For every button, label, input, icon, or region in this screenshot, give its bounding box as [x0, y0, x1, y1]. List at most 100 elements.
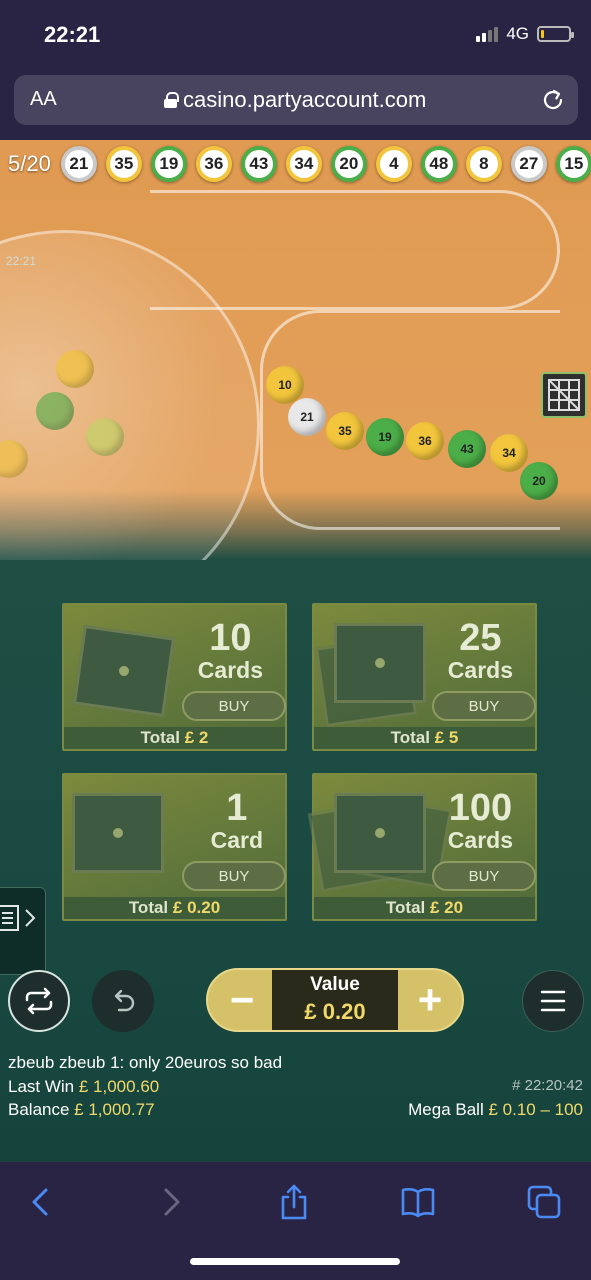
buy-button[interactable]: BUY: [182, 691, 286, 721]
tube-ball: 43: [448, 430, 486, 468]
drawn-ball: 48: [420, 146, 457, 182]
card-count-number: 25: [459, 617, 502, 659]
card-pack-25[interactable]: 25 Cards BUY Total £ 5: [312, 603, 537, 751]
signal-icon: [476, 26, 499, 42]
grid-icon: [548, 379, 580, 411]
total-label: Total: [385, 898, 426, 917]
game-bet-range: £ 0.10 – 100: [488, 1100, 583, 1119]
card-count-word: Cards: [447, 657, 513, 683]
card-total: Total £ 20: [314, 897, 535, 919]
tube-ball: 20: [520, 462, 558, 500]
bet-value-label: Value: [310, 974, 360, 995]
total-amount: £ 0.20: [172, 898, 221, 917]
address-bar[interactable]: AA casino.partyaccount.com: [14, 75, 578, 125]
drawn-balls-list: 21 35 19 36 43 34 20 4 48 8 27 15: [60, 146, 591, 182]
game-reference: # 22:20:42: [512, 1077, 583, 1094]
decrease-bet-button[interactable]: −: [214, 974, 270, 1026]
card-image: [334, 793, 426, 873]
drawer-time: 22:21: [6, 254, 37, 268]
buy-button[interactable]: BUY: [432, 691, 536, 721]
drawn-ball: 8: [465, 146, 502, 182]
autoplay-button[interactable]: [8, 970, 70, 1032]
undo-icon: [114, 989, 135, 1012]
card-count: 25 Cards: [448, 619, 513, 684]
drawn-ball: 15: [555, 146, 591, 182]
tube-ball: 34: [490, 434, 528, 472]
lock-icon: [164, 92, 179, 108]
card-count-number: 10: [209, 617, 252, 659]
tube-ball: 36: [406, 422, 444, 460]
drum-ball: [56, 350, 94, 388]
drawn-ball: 43: [240, 146, 277, 182]
home-indicator: [190, 1258, 400, 1265]
card-pack-100[interactable]: 100 Cards BUY Total £ 20: [307, 773, 537, 921]
back-icon[interactable]: [22, 1182, 62, 1222]
url-text: casino.partyaccount.com: [183, 87, 427, 112]
forward-icon[interactable]: [150, 1182, 190, 1222]
tube-ball: 21: [288, 398, 326, 436]
last-win-label: Last Win: [8, 1077, 75, 1096]
card-image: [72, 624, 176, 718]
drawn-ball: 20: [330, 146, 367, 182]
card-total: Total £ 0.20: [64, 897, 285, 919]
drawn-ball: 19: [150, 146, 187, 182]
url-display[interactable]: casino.partyaccount.com: [164, 87, 426, 113]
share-icon[interactable]: [274, 1182, 314, 1222]
game-name: Mega Ball: [408, 1100, 484, 1119]
tube-ball: 35: [326, 412, 364, 450]
reload-icon[interactable]: [540, 87, 566, 113]
text-size-button[interactable]: AA: [30, 88, 57, 111]
card-pack-10[interactable]: 10 Cards BUY Total £ 2: [62, 603, 287, 751]
total-amount: £ 5: [434, 728, 459, 747]
total-label: Total: [128, 898, 169, 917]
tabs-icon[interactable]: [524, 1182, 564, 1222]
battery-icon: [537, 26, 574, 42]
card-view-toggle[interactable]: [541, 372, 587, 418]
balance: Balance £ 1,000.77: [8, 1100, 155, 1120]
card-count-number: 100: [448, 787, 513, 829]
expand-menu-icon: [0, 905, 36, 931]
chat-message: zbeub zbeub 1: only 20euros so bad: [8, 1053, 283, 1072]
ball-tube: [150, 190, 560, 310]
card-count-word: Card: [210, 827, 263, 853]
total-label: Total: [140, 728, 180, 747]
drawn-ball: 36: [195, 146, 232, 182]
drawn-ball: 35: [105, 146, 142, 182]
side-menu-tab[interactable]: [0, 887, 46, 975]
game-area: 10 21 35 19 36 43 34 20 5/20 21 35 19 36 43 3…: [0, 140, 591, 1162]
card-pack-1[interactable]: 1 Card BUY Total £ 0.20: [62, 773, 287, 921]
status-indicators: 4G: [476, 24, 574, 44]
card-image: [72, 793, 164, 873]
balance-label: Balance: [8, 1100, 70, 1119]
drawn-balls-row: 5/20 21 35 19 36 43 34 20 4 48 8 27 15: [0, 146, 591, 182]
tube-ball: 10: [266, 366, 304, 404]
network-label: 4G: [506, 24, 529, 43]
status-bar: 22:21 4G: [0, 0, 591, 70]
card-image: [334, 623, 426, 703]
live-draw-video: 10 21 35 19 36 43 34 20 5/20 21 35 19 36 43 3…: [0, 140, 591, 560]
menu-button[interactable]: [522, 970, 584, 1032]
hamburger-icon: [540, 990, 566, 1012]
card-count: 1 Card: [211, 789, 263, 854]
increase-bet-button[interactable]: +: [402, 974, 458, 1026]
drawn-ball: 21: [60, 146, 97, 182]
drawn-ball: 27: [510, 146, 547, 182]
last-win: Last Win £ 1,000.60: [8, 1077, 159, 1097]
bet-value-amount: £ 0.20: [304, 999, 366, 1024]
undo-button[interactable]: [92, 970, 154, 1032]
tube-ball: 19: [366, 418, 404, 456]
card-count-number: 1: [226, 787, 248, 829]
bookmarks-icon[interactable]: [398, 1182, 438, 1222]
game-limits: Mega Ball £ 0.10 – 100: [408, 1100, 583, 1120]
buy-button[interactable]: BUY: [432, 861, 536, 891]
bet-value-display: Value £ 0.20: [272, 970, 398, 1030]
bet-value-control: − Value £ 0.20 +: [206, 968, 464, 1032]
drum-ball: [36, 392, 74, 430]
buy-button[interactable]: BUY: [182, 861, 286, 891]
balance-amount: £ 1,000.77: [74, 1100, 155, 1119]
total-amount: £ 20: [430, 898, 464, 917]
card-total: Total £ 5: [314, 727, 535, 749]
drum-ball: [86, 418, 124, 456]
card-count: 10 Cards: [198, 619, 263, 684]
drawn-ball: 34: [285, 146, 322, 182]
